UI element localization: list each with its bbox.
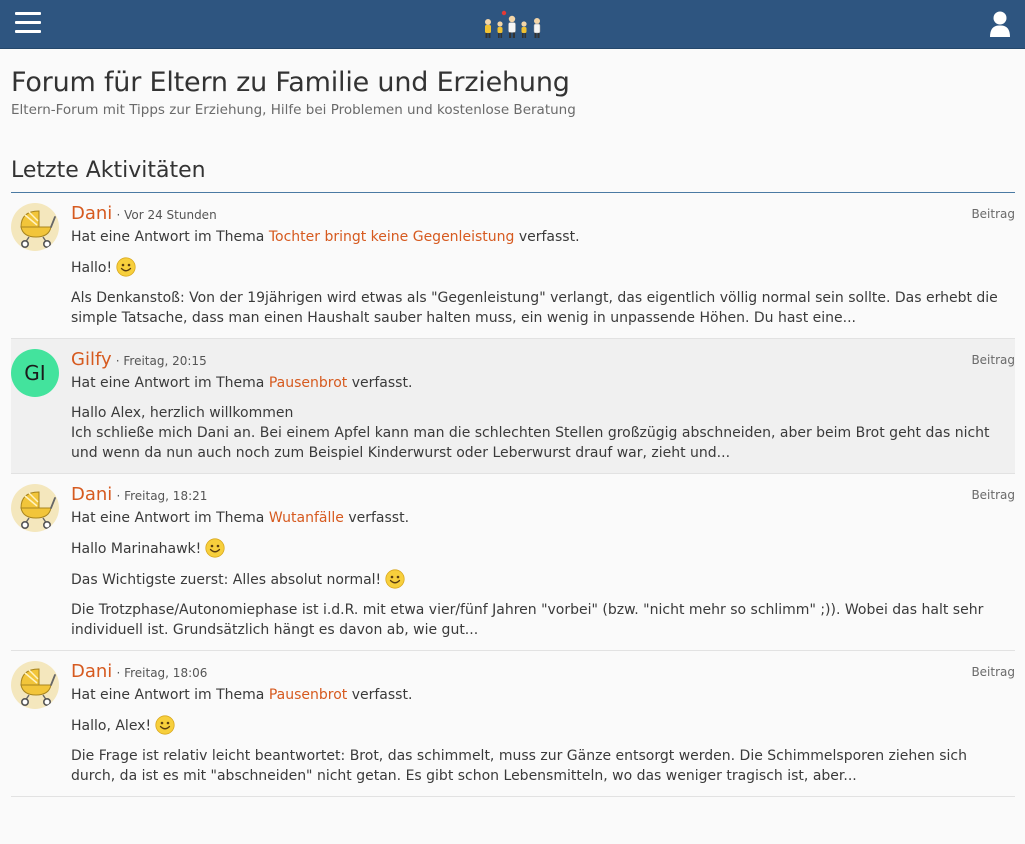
activity-action: Hat eine Antwort im Thema Pausenbrot ver… <box>71 685 1015 705</box>
user-icon[interactable] <box>989 10 1011 38</box>
activity-action: Hat eine Antwort im Thema Tochter bringt… <box>71 227 1015 247</box>
post-snippet: Hallo, Alex! Die Frage ist relativ leich… <box>71 715 1015 786</box>
main-content: Forum für Eltern zu Familie und Erziehun… <box>0 67 1025 797</box>
activity-type: Beitrag <box>971 488 1015 502</box>
thread-link[interactable]: Tochter bringt keine Gegenleistung <box>269 229 515 245</box>
timestamp: · Freitag, 18:06 <box>116 666 208 680</box>
action-suffix: verfasst. <box>343 510 410 526</box>
snippet-text: Ich schließe mich Dani an. Bei einem Apf… <box>71 425 990 461</box>
activity-item: GI Gilfy · Freitag, 20:15 Beitrag Hat ei… <box>11 339 1015 474</box>
activity-item: Dani · Freitag, 18:21 Beitrag Hat eine A… <box>11 474 1015 651</box>
smiley-icon <box>205 538 225 558</box>
snippet-text: Die Frage ist relativ leicht beantwortet… <box>71 748 967 784</box>
action-prefix: Hat eine Antwort im Thema <box>71 375 269 391</box>
smiley-icon <box>385 569 405 589</box>
thread-link[interactable]: Pausenbrot <box>269 375 347 391</box>
action-prefix: Hat eine Antwort im Thema <box>71 687 269 703</box>
action-suffix: verfasst. <box>347 375 413 391</box>
snippet-greeting: Hallo! <box>71 260 113 276</box>
user-link[interactable]: Gilfy <box>71 349 112 370</box>
avatar[interactable]: GI <box>11 349 59 397</box>
page-title: Forum für Eltern zu Familie und Erziehun… <box>11 67 570 98</box>
activity-item: Dani · Freitag, 18:06 Beitrag Hat eine A… <box>11 651 1015 797</box>
page-subtitle: Eltern-Forum mit Tipps zur Erziehung, Hi… <box>11 102 576 118</box>
activity-type: Beitrag <box>971 665 1015 679</box>
snippet-text: Als Denkanstoß: Von der 19jährigen wird … <box>71 290 998 326</box>
post-snippet: Hallo Alex, herzlich willkommen Ich schl… <box>71 403 1015 463</box>
activity-action: Hat eine Antwort im Thema Pausenbrot ver… <box>71 373 1015 393</box>
thread-link[interactable]: Pausenbrot <box>269 687 347 703</box>
action-suffix: verfasst. <box>347 687 413 703</box>
user-link[interactable]: Dani <box>71 484 112 505</box>
timestamp: · Freitag, 20:15 <box>115 354 207 368</box>
snippet-greeting: Hallo, Alex! <box>71 718 152 734</box>
avatar[interactable] <box>11 661 59 709</box>
section-title: Letzte Aktivitäten <box>11 158 1015 193</box>
activity-type: Beitrag <box>971 207 1015 221</box>
thread-link[interactable]: Wutanfälle <box>269 510 344 526</box>
avatar[interactable] <box>11 484 59 532</box>
top-bar <box>0 0 1025 49</box>
user-link[interactable]: Dani <box>71 203 112 224</box>
action-prefix: Hat eine Antwort im Thema <box>71 510 269 526</box>
family-logo-icon[interactable] <box>480 8 546 40</box>
smiley-icon <box>155 715 175 735</box>
post-snippet: Hallo! Als Denkanstoß: Von der 19jährige… <box>71 257 1015 328</box>
avatar[interactable] <box>11 203 59 251</box>
smiley-icon <box>116 257 136 277</box>
hamburger-icon[interactable] <box>15 12 41 34</box>
snippet-greeting: Hallo Marinahawk! <box>71 541 202 557</box>
activity-type: Beitrag <box>971 353 1015 367</box>
timestamp: · Vor 24 Stunden <box>116 208 217 222</box>
snippet-text: Die Trotzphase/Autonomiephase ist i.d.R.… <box>71 602 984 638</box>
snippet-greeting: Hallo Alex, herzlich willkommen <box>71 405 294 421</box>
activity-action: Hat eine Antwort im Thema Wutanfälle ver… <box>71 508 1015 528</box>
action-suffix: verfasst. <box>514 229 580 245</box>
action-prefix: Hat eine Antwort im Thema <box>71 229 269 245</box>
snippet-text: Das Wichtigste zuerst: Alles absolut nor… <box>71 572 382 588</box>
user-link[interactable]: Dani <box>71 661 112 682</box>
post-snippet: Hallo Marinahawk! Das Wichtigste zuerst:… <box>71 538 1015 640</box>
activity-item: Dani · Vor 24 Stunden Beitrag Hat eine A… <box>11 193 1015 339</box>
timestamp: · Freitag, 18:21 <box>116 489 208 503</box>
